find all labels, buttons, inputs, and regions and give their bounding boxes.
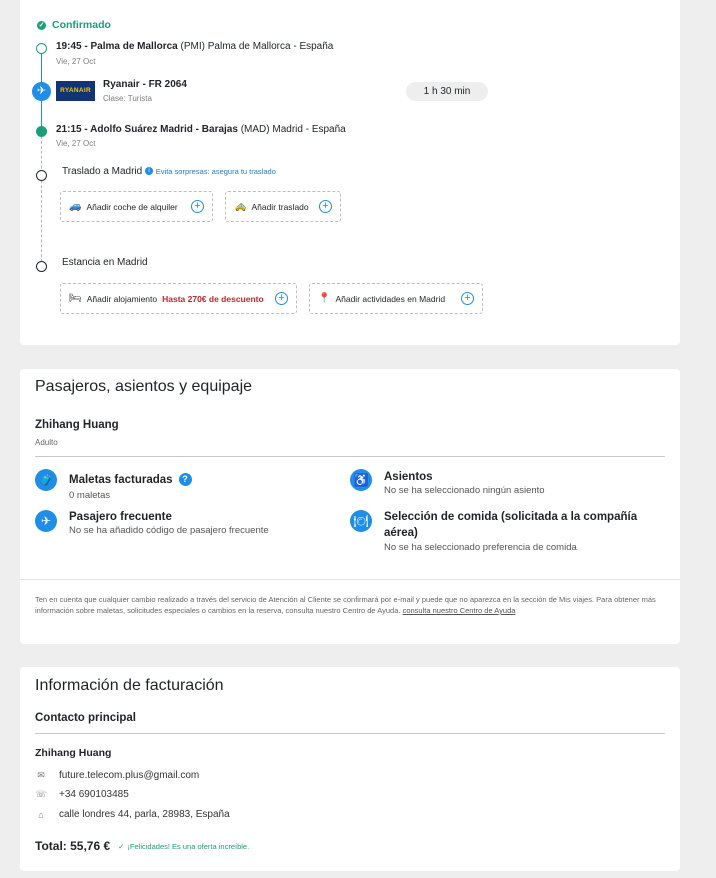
suitcase-icon: 🧳 [35,469,57,491]
info-icon: i [145,167,154,176]
total-row: Total: 55,76 € ✓ ¡Felicidades! Es una of… [35,839,249,853]
frequent-flyer-icon: ✈ [35,510,57,532]
meal-title: Selección de comida (solicitada a la com… [384,511,638,539]
taxi-icon: 🚕 [234,201,247,212]
departure-time: 19:45 [56,41,82,52]
meal-value: No se ha seleccionado preferencia de com… [384,542,577,553]
add-car-rental-label: Añadir coche de alquiler [86,201,178,212]
status-confirmed: ✓ Confirmado [37,19,111,31]
lodging-discount: Hasta 270€ de descuento [162,293,264,304]
plus-icon: + [461,292,474,305]
phone-icon: ☏ [35,789,47,799]
help-note-text: Ten en cuenta que cualquier cambio reali… [35,595,656,615]
billing-name: Zhihang Huang [35,747,112,759]
deal-message: ¡Felicidades! Es una oferta increíble. [127,841,250,851]
phone-row: ☏ +34 690103485 [35,789,129,800]
billing-subheading: Contacto principal [35,712,136,724]
divider [20,579,680,580]
stay-dot [36,261,47,272]
add-activities-label: Añadir actividades en Madrid [335,293,446,304]
check-icon: ✓ [118,841,125,851]
arrival-airport: Adolfo Suárez Madrid - Barajas [90,124,238,135]
seat-icon: ♿ [350,469,372,491]
arrival-date: Vie, 27 Oct [56,139,96,148]
email-row: ✉ future.telecom.plus@gmail.com [35,770,199,781]
itinerary-card: ✓ Confirmado 19:45 - Palma de Mallorca (… [20,0,680,345]
departure-airport: Palma de Mallorca [90,41,178,52]
departure-city: Palma de Mallorca - España [207,41,334,52]
seats-block: Asientos No se ha seleccionado ningún as… [384,469,545,496]
billing-card: Información de facturación Contacto prin… [20,667,680,871]
frequent-block: Pasajero frecuente No se ha añadido códi… [69,509,269,536]
plus-icon: + [319,200,332,213]
plus-icon: + [191,200,204,213]
transfer-header: Traslado a Madrid i Evita sorpresas: ase… [62,166,276,177]
arrival-dot [36,126,47,137]
add-transfer-button[interactable]: 🚕 Añadir traslado + [225,191,341,222]
arrival-time: 21:15 [56,124,82,135]
total-price: Total: 55,76 € [35,839,111,853]
home-icon: ⌂ [38,809,44,820]
seats-title: Asientos [384,471,433,483]
transfer-dot [36,170,47,181]
car-icon: 🚙 [69,201,82,212]
arrival-city: Madrid - España [272,124,346,135]
arrival-code: (MAD) [240,124,270,135]
billing-address: calle londres 44, parla, 28983, España [59,809,230,820]
help-center-link[interactable]: consulta nuestro Centro de Ayuda [403,606,516,615]
stay-title: Estancia en Madrid [62,257,148,268]
mail-icon: ✉ [37,770,45,780]
bags-title: Maletas facturadas [69,474,173,486]
transfer-hint[interactable]: Evita sorpresas: asegura tu traslado [156,167,276,176]
transfer-title: Traslado a Madrid [62,166,143,177]
passengers-card: Pasajeros, asientos y equipaje Zhihang H… [20,369,680,644]
question-icon[interactable]: ? [178,473,192,487]
departure-code: (PMI) [180,41,205,52]
bed-icon: 🛏 [69,293,82,304]
departure-line: 19:45 - Palma de Mallorca (PMI) Palma de… [56,41,334,52]
help-note: Ten en cuenta que cualquier cambio reali… [35,594,665,616]
duration-pill: 1 h 30 min [406,82,488,101]
check-icon: ✓ [37,20,46,30]
departure-dot [36,43,47,54]
meal-block: Selección de comida (solicitada a la com… [384,509,669,553]
add-car-rental-button[interactable]: 🚙 Añadir coche de alquiler + [60,191,213,222]
divider [35,456,665,457]
billing-phone: +34 690103485 [59,789,129,800]
add-activities-button[interactable]: 📍 Añadir actividades en Madrid + [309,283,483,314]
timeline-dashed-line [41,136,42,262]
passenger-name: Zhihang Huang [35,419,119,431]
passenger-type: Adulto [35,438,58,447]
billing-heading: Información de facturación [35,677,224,694]
seats-value: No se ha seleccionado ningún asiento [384,485,545,496]
departure-date: Vie, 27 Oct [56,57,96,66]
frequent-value: No se ha añadido código de pasajero frec… [69,525,269,536]
ryanair-logo: RYANAIR [56,81,95,101]
address-row: ⌂ calle londres 44, parla, 28983, España [35,809,230,820]
add-lodging-button[interactable]: 🛏 Añadir alojamiento Hasta 270€ de descu… [60,283,297,314]
plane-icon: ✈ [32,82,51,101]
airline-name: Ryanair - FR 2064 [103,79,187,90]
bags-value: 0 maletas [69,490,111,501]
frequent-title: Pasajero frecuente [69,511,172,523]
pin-icon: 📍 [318,293,331,304]
passengers-heading: Pasajeros, asientos y equipaje [35,378,253,395]
bags-block: Maletas facturadas? 0 maletas [69,472,192,501]
status-label: Confirmado [52,19,111,31]
arrival-line: 21:15 - Adolfo Suárez Madrid - Barajas (… [56,124,346,135]
plus-icon: + [275,292,288,305]
add-lodging-label: Añadir alojamiento [86,293,158,304]
fare-class: Clase: Turista [103,94,152,103]
divider [35,733,665,734]
meal-icon: 🍽 [350,510,372,532]
billing-email: future.telecom.plus@gmail.com [59,770,200,781]
add-transfer-label: Añadir traslado [251,201,309,212]
